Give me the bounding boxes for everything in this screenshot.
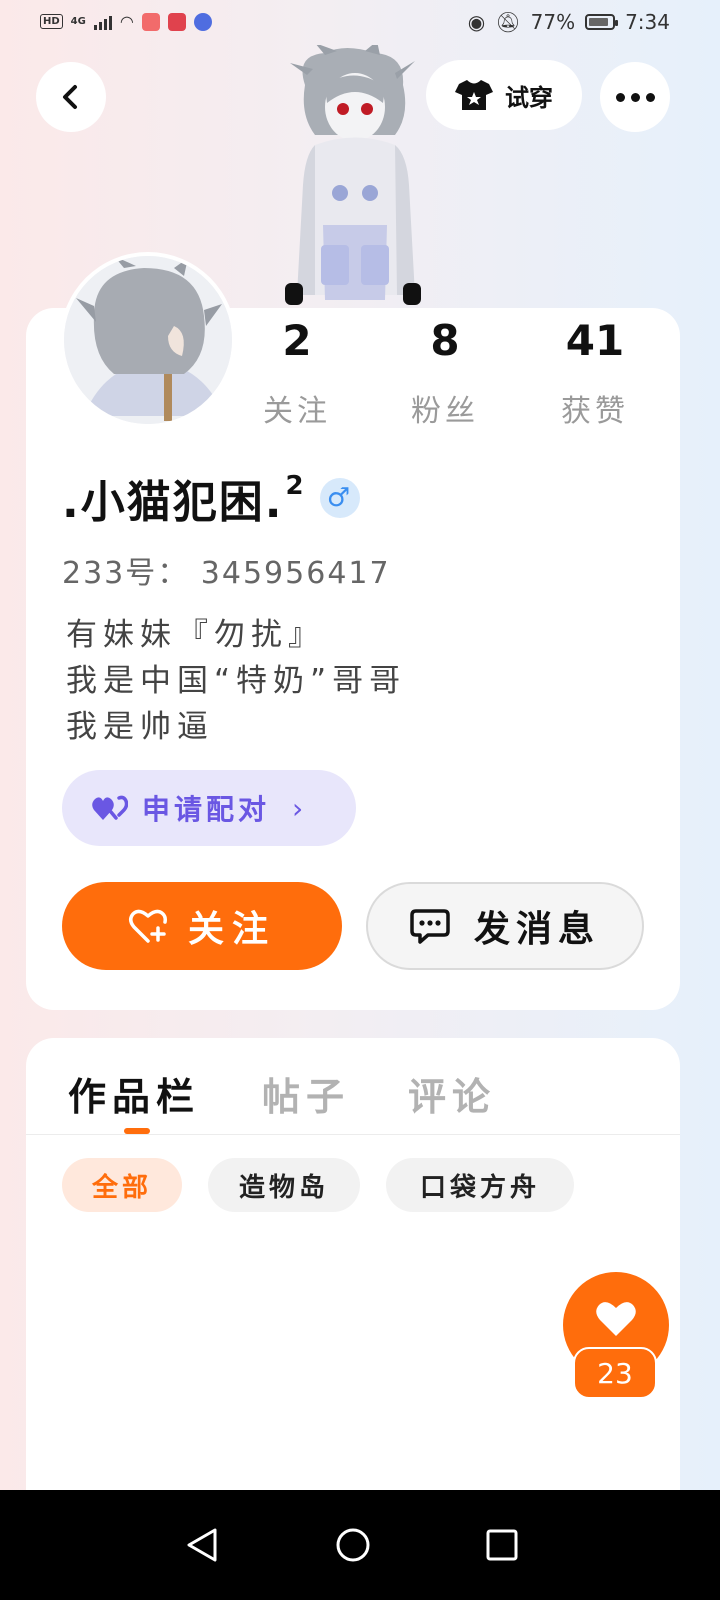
heart-icon bbox=[596, 1302, 636, 1336]
more-dots-icon bbox=[615, 92, 655, 102]
stat-following[interactable]: 2 关注 bbox=[222, 320, 372, 430]
stat-followers[interactable]: 8 粉丝 bbox=[370, 320, 520, 430]
likes-label: 获赞 bbox=[561, 394, 629, 429]
hd-badge: HD bbox=[40, 14, 63, 29]
chat-bubble-icon bbox=[410, 909, 450, 944]
follow-button[interactable]: 关注 bbox=[62, 882, 342, 970]
followers-label: 粉丝 bbox=[411, 394, 479, 429]
following-count: 2 bbox=[282, 316, 312, 365]
following-label: 关注 bbox=[263, 394, 331, 429]
status-bar: HD 4G ◠ ◉ 🔕︎ 77% 7:34 bbox=[0, 0, 720, 48]
wifi-icon: ◠ bbox=[119, 12, 134, 31]
nav-home-button[interactable] bbox=[333, 1525, 373, 1565]
triangle-back-icon bbox=[187, 1528, 217, 1562]
apply-pair-label: 申请配对 bbox=[142, 793, 271, 826]
follow-label: 关注 bbox=[187, 909, 276, 950]
bio: 有妹妹『勿扰』 我是中国“特奶”哥哥 我是帅逼 bbox=[66, 612, 406, 750]
stat-likes[interactable]: 41 获赞 bbox=[520, 320, 670, 430]
tab-divider bbox=[26, 1134, 680, 1135]
bio-line: 我是中国“特奶”哥哥 bbox=[66, 663, 407, 699]
username: .小猫犯困. 2 ♂ bbox=[62, 466, 360, 530]
heart-plus-icon bbox=[128, 909, 167, 943]
back-button[interactable] bbox=[36, 62, 106, 132]
double-heart-icon bbox=[92, 795, 128, 820]
tab-comments[interactable]: 评论 bbox=[408, 1066, 496, 1121]
character-figure[interactable] bbox=[285, 45, 425, 310]
chevron-right-icon: › bbox=[292, 791, 304, 825]
tab-posts[interactable]: 帖子 bbox=[262, 1066, 350, 1121]
square-recents-icon bbox=[486, 1529, 518, 1561]
nav-recents-button[interactable] bbox=[482, 1525, 522, 1565]
filter-pocket-ark[interactable]: 口袋方舟 bbox=[386, 1158, 574, 1212]
bio-line: 有妹妹『勿扰』 bbox=[66, 617, 325, 653]
avatar[interactable] bbox=[60, 252, 236, 428]
eye-icon: ◉ bbox=[467, 10, 486, 34]
followers-count: 8 bbox=[430, 316, 460, 365]
like-count-badge: 23 bbox=[573, 1347, 657, 1399]
network-type: 4G bbox=[70, 16, 86, 27]
try-on-button[interactable]: 试穿 bbox=[426, 60, 582, 130]
send-message-label: 发消息 bbox=[473, 909, 600, 950]
username-superscript: 2 bbox=[285, 471, 306, 501]
mute-bell-icon: 🔕︎ bbox=[495, 10, 521, 34]
music-icon bbox=[193, 12, 212, 31]
filter-creation-island[interactable]: 造物岛 bbox=[208, 1158, 360, 1212]
user-id: 233号： 345956417 bbox=[62, 556, 391, 591]
nav-back-button[interactable] bbox=[182, 1525, 222, 1565]
male-gender-icon: ♂ bbox=[319, 478, 360, 518]
send-message-button[interactable]: 发消息 bbox=[366, 882, 644, 970]
apply-pair-button[interactable]: 申请配对 › bbox=[62, 770, 356, 846]
battery-icon bbox=[585, 14, 619, 30]
username-text: .小猫犯困. bbox=[62, 477, 284, 528]
tab-works[interactable]: 作品栏 bbox=[68, 1066, 200, 1121]
circle-home-icon bbox=[336, 1528, 370, 1562]
likes-count: 41 bbox=[565, 316, 625, 365]
try-on-label: 试穿 bbox=[505, 83, 553, 112]
back-arrow-icon bbox=[63, 85, 77, 109]
clock: 7:34 bbox=[625, 10, 670, 34]
bio-line: 我是帅逼 bbox=[66, 709, 214, 745]
filter-all[interactable]: 全部 bbox=[62, 1158, 182, 1212]
system-nav-bar bbox=[0, 1490, 720, 1600]
avatar-image bbox=[64, 256, 232, 424]
signal-icon bbox=[93, 14, 112, 30]
tshirt-icon bbox=[455, 80, 493, 110]
more-options-button[interactable] bbox=[600, 62, 670, 132]
battery-percent: 77% bbox=[530, 10, 576, 34]
notification-app-icon bbox=[141, 12, 160, 31]
notification-book-icon bbox=[167, 12, 186, 31]
